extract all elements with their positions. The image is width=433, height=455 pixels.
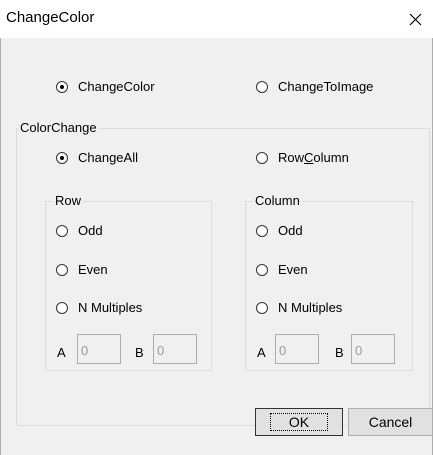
radio-row-odd-label: Odd — [78, 223, 103, 238]
close-icon — [409, 13, 422, 25]
cancel-button-label: Cancel — [368, 414, 413, 430]
radio-indicator — [56, 225, 68, 237]
radio-indicator-checked — [56, 152, 68, 164]
radio-column-even[interactable]: Even — [256, 263, 308, 277]
column-b-input[interactable] — [351, 334, 395, 364]
title-bar: ChangeColor — [0, 0, 433, 38]
color-change-group-label: ColorChange — [18, 120, 99, 135]
radio-change-all-label: ChangeAll — [78, 150, 138, 165]
radio-change-to-image[interactable]: ChangeToImage — [256, 80, 373, 94]
ok-button[interactable]: OK — [255, 408, 343, 436]
ok-button-label: OK — [269, 413, 329, 431]
radio-row-even[interactable]: Even — [56, 263, 108, 277]
radio-indicator — [56, 264, 68, 276]
row-b-input[interactable] — [153, 334, 197, 364]
radio-indicator-checked — [56, 81, 68, 93]
radio-indicator — [256, 264, 268, 276]
cancel-button[interactable]: Cancel — [348, 408, 433, 436]
radio-change-color[interactable]: ChangeColor — [56, 80, 155, 94]
dialog-body: ChangeColor ChangeToImage ColorChange Ch… — [0, 38, 433, 455]
radio-row-n-multiples[interactable]: N Multiples — [56, 301, 142, 315]
column-a-label: A — [257, 345, 266, 360]
radio-change-color-label: ChangeColor — [78, 79, 155, 94]
radio-column-n-multiples-label: N Multiples — [278, 300, 343, 315]
close-button[interactable] — [398, 2, 433, 36]
radio-column-n-multiples[interactable]: N Multiples — [256, 301, 342, 315]
row-a-input[interactable] — [77, 334, 121, 364]
radio-column-odd[interactable]: Odd — [256, 224, 303, 238]
column-group-label: Column — [253, 193, 302, 208]
radio-row-odd[interactable]: Odd — [56, 224, 103, 238]
radio-row-even-label: Even — [78, 262, 108, 277]
column-a-input[interactable] — [275, 334, 319, 364]
radio-row-column-label: RowColumn — [278, 150, 349, 165]
radio-indicator — [256, 225, 268, 237]
radio-change-to-image-label: ChangeToImage — [278, 79, 374, 94]
row-group-label: Row — [53, 193, 84, 208]
row-a-label: A — [57, 345, 66, 360]
radio-indicator — [256, 152, 268, 164]
row-b-label: B — [135, 345, 144, 360]
radio-row-column[interactable]: RowColumn — [256, 151, 349, 165]
column-b-label: B — [335, 345, 344, 360]
window-title: ChangeColor — [6, 9, 95, 26]
radio-indicator — [56, 302, 68, 314]
radio-column-even-label: Even — [278, 262, 308, 277]
radio-indicator — [256, 302, 268, 314]
radio-row-n-multiples-label: N Multiples — [78, 300, 143, 315]
radio-change-all[interactable]: ChangeAll — [56, 151, 138, 165]
radio-indicator — [256, 81, 268, 93]
radio-column-odd-label: Odd — [278, 223, 303, 238]
